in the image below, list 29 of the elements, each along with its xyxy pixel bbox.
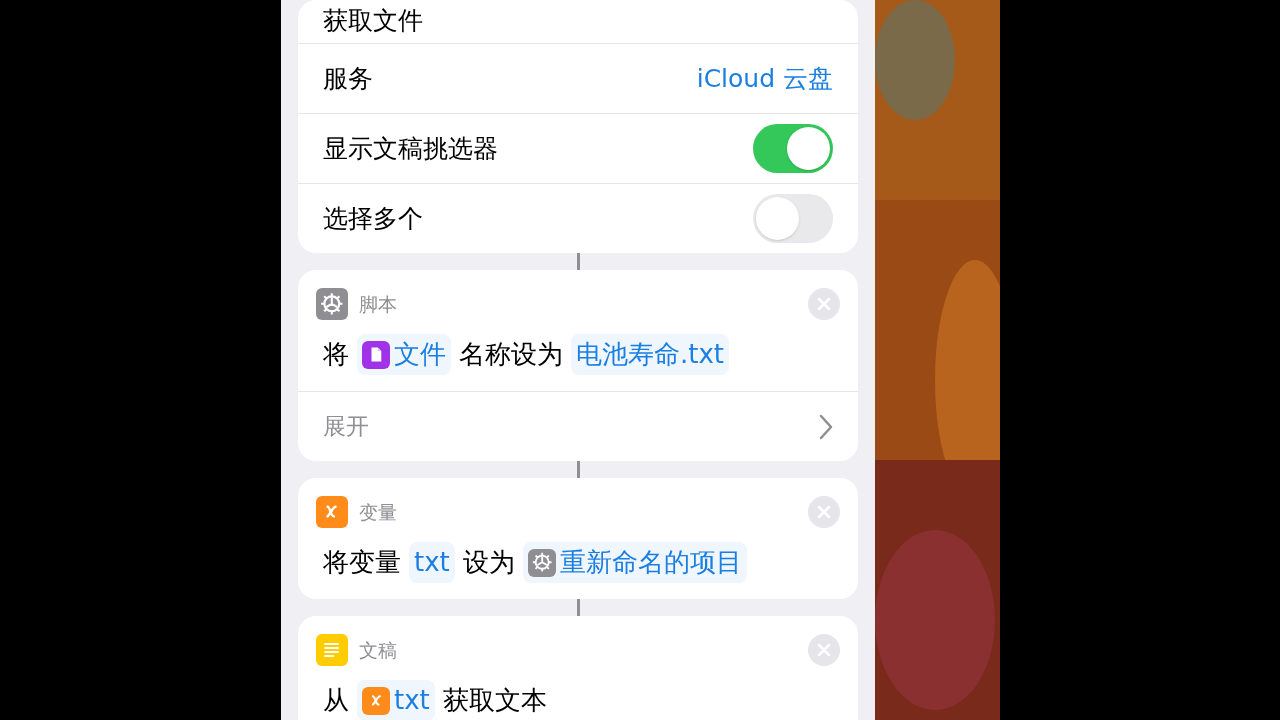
variable-token[interactable]: 电池寿命.txt — [571, 334, 730, 375]
action-text: 从 — [323, 684, 349, 717]
action-category: 变量 — [359, 499, 397, 525]
variable-token[interactable]: txt — [357, 680, 435, 720]
action-text: 设为 — [462, 546, 515, 579]
setting-label: 显示文稿挑选器 — [323, 132, 498, 165]
action-category: 脚本 — [359, 291, 397, 317]
variable-token[interactable]: 重新命名的项目 — [522, 542, 747, 583]
toggle-switch[interactable] — [753, 194, 833, 243]
toggle-switch[interactable] — [753, 124, 833, 173]
close-icon[interactable] — [808, 288, 840, 320]
setting-label: 服务 — [323, 62, 373, 95]
variable-token[interactable]: 文件 — [357, 334, 451, 375]
gear-icon — [527, 548, 556, 577]
action-text: 将 — [323, 338, 349, 371]
close-icon[interactable] — [808, 634, 840, 666]
file-icon — [362, 340, 390, 369]
action-text: 将变量 — [323, 546, 401, 579]
setting-label: 选择多个 — [323, 202, 423, 235]
action-text: 获取文本 — [442, 684, 547, 717]
chevron-icon — [819, 413, 833, 440]
action-text: 名称设为 — [459, 338, 563, 371]
action-title: 获取文件 — [323, 4, 423, 37]
variable-token[interactable]: txt — [409, 542, 455, 583]
variable-icon — [362, 686, 390, 715]
service-value[interactable]: iCloud 云盘 — [696, 59, 833, 98]
expand-row[interactable]: 展开 — [298, 391, 858, 461]
action-category: 文稿 — [359, 637, 397, 663]
close-icon[interactable] — [808, 496, 840, 528]
